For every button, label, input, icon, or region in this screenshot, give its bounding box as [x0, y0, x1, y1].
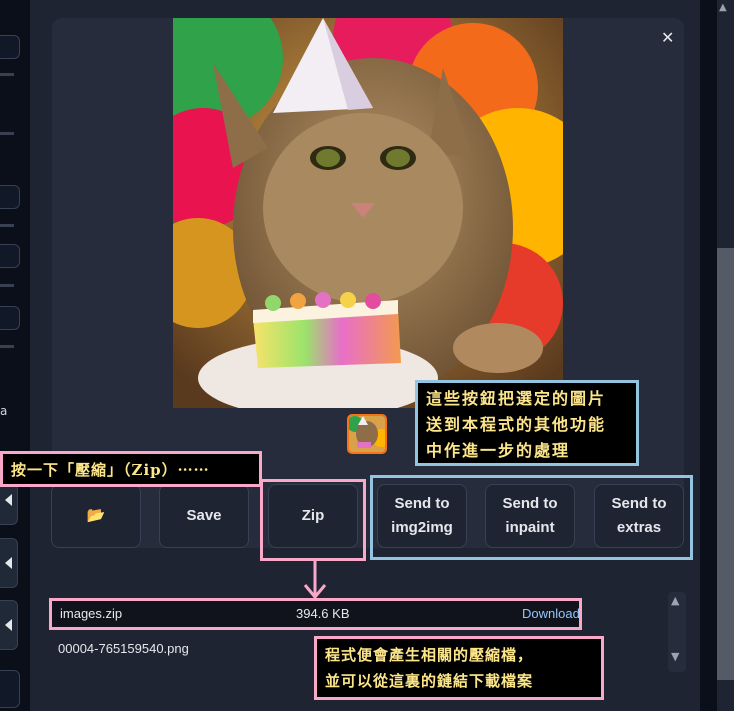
- result-note-line-1: 程式便會產生相關的壓縮檔，: [325, 646, 534, 664]
- send-note-line-3: 中作進一步的處理: [426, 441, 571, 460]
- chevron-up-icon[interactable]: ▲: [671, 594, 679, 607]
- truncated-label: a: [0, 404, 8, 418]
- save-button[interactable]: Save: [159, 484, 249, 548]
- zip-annotation: 按一下「壓縮」（Zip）⋯⋯: [0, 451, 262, 487]
- zip-highlight: [260, 479, 366, 561]
- slider-track[interactable]: [0, 224, 14, 227]
- file-size: 394.6 KB: [296, 606, 350, 621]
- close-icon[interactable]: ✕: [661, 28, 674, 47]
- image-thumbnail[interactable]: [347, 414, 387, 454]
- send-buttons-highlight: [370, 475, 693, 560]
- generated-image[interactable]: [173, 18, 563, 408]
- file-name: images.zip: [60, 606, 123, 621]
- settings-field[interactable]: [0, 185, 20, 209]
- result-note-line-2: 並可以從這裏的鏈結下載檔案: [325, 672, 534, 690]
- send-note-line-1: 這些按鈕把選定的圖片: [426, 389, 607, 408]
- slider-track[interactable]: [0, 284, 14, 287]
- download-annotation: 程式便會產生相關的壓縮檔， 並可以從這裏的鏈結下載檔案: [314, 636, 604, 700]
- left-settings-panel: a: [0, 0, 30, 711]
- scroll-up-icon[interactable]: ▲: [719, 2, 727, 13]
- page-scrollbar-thumb[interactable]: [717, 248, 734, 680]
- slider-track[interactable]: [0, 73, 14, 76]
- open-folder-button[interactable]: 📂: [51, 484, 141, 548]
- png-file-row: 00004-765159540.png: [58, 641, 189, 656]
- folder-icon: 📂: [86, 507, 106, 524]
- slider-track[interactable]: [0, 345, 14, 348]
- send-note-line-2: 送到本程式的其他功能: [426, 415, 607, 434]
- settings-field[interactable]: [0, 306, 20, 330]
- settings-field[interactable]: [0, 35, 20, 59]
- left-panel-button[interactable]: [0, 538, 18, 588]
- chevron-down-icon[interactable]: ▼: [671, 650, 679, 663]
- annotation-arrow: [303, 560, 327, 600]
- settings-field[interactable]: [0, 244, 20, 268]
- left-panel-button[interactable]: [0, 600, 18, 650]
- zip-file-row: images.zip 394.6 KB Download: [49, 598, 582, 630]
- send-annotation: 這些按鈕把選定的圖片 送到本程式的其他功能 中作進一步的處理: [415, 380, 639, 466]
- slider-track[interactable]: [0, 132, 14, 135]
- download-link[interactable]: Download: [522, 606, 580, 621]
- settings-field[interactable]: [0, 670, 20, 708]
